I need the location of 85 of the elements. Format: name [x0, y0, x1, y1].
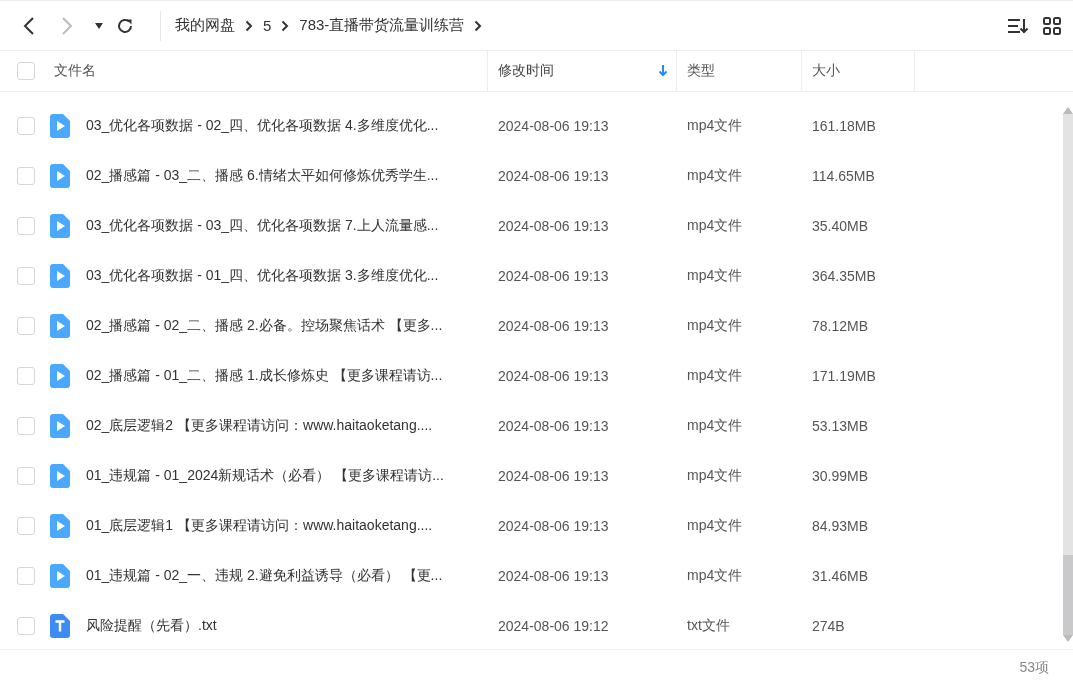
file-size: 30.99MB [812, 468, 869, 484]
file-name[interactable]: 02_播感篇 - 01_二、播感 1.成长修炼史 【更多课程请访... [86, 367, 443, 385]
file-size: 35.40MB [812, 218, 869, 234]
row-checkbox[interactable] [17, 267, 35, 285]
file-name[interactable]: 02_播感篇 - 02_二、播感 2.必备。控场聚焦话术 【更多... [86, 317, 443, 335]
file-size: 171.19MB [812, 368, 876, 384]
video-file-icon [50, 314, 70, 338]
file-type: mp4文件 [687, 517, 743, 533]
file-name[interactable]: 风险提醒（先看）.txt [86, 617, 217, 635]
chevron-right-icon [474, 19, 483, 32]
row-checkbox[interactable] [17, 217, 35, 235]
sort-icon[interactable] [1007, 16, 1029, 35]
back-icon[interactable] [22, 15, 36, 36]
video-file-icon [50, 564, 70, 588]
file-name[interactable]: 02_底层逻辑2 【更多课程请访问：www.haitaoketang.... [86, 417, 433, 435]
item-count: 53项 [1019, 659, 1049, 677]
modified-date: 2024-08-06 19:13 [498, 518, 609, 534]
video-file-icon [50, 414, 70, 438]
file-size: 274B [812, 618, 845, 634]
file-type: mp4文件 [687, 367, 743, 383]
file-type: mp4文件 [687, 167, 743, 183]
text-file-icon [50, 614, 70, 638]
scrollbar-thumb[interactable] [1063, 555, 1073, 635]
modified-date: 2024-08-06 19:13 [498, 268, 609, 284]
column-header[interactable]: 文件名 [54, 62, 96, 80]
file-size: 53.13MB [812, 418, 869, 434]
file-size: 364.35MB [812, 268, 876, 284]
video-file-icon [50, 114, 70, 138]
file-type: mp4文件 [687, 567, 743, 583]
row-checkbox[interactable] [17, 317, 35, 335]
row-checkbox[interactable] [17, 167, 35, 185]
row-checkbox[interactable] [17, 567, 35, 585]
file-name[interactable]: 01_违规篇 - 01_2024新规话术（必看） 【更多课程请访... [86, 467, 444, 485]
grid-view-icon[interactable] [1043, 16, 1061, 35]
file-size: 84.93MB [812, 518, 869, 534]
forward-icon[interactable] [60, 15, 74, 36]
file-size: 31.46MB [812, 568, 869, 584]
video-file-icon [50, 364, 70, 388]
modified-date: 2024-08-06 19:12 [498, 618, 609, 634]
file-size: 78.12MB [812, 318, 869, 334]
file-type: txt文件 [687, 617, 730, 633]
file-size: 114.65MB [812, 168, 875, 184]
dropdown-triangle-icon[interactable] [94, 21, 104, 30]
modified-date: 2024-08-06 19:13 [498, 168, 609, 184]
row-checkbox[interactable] [17, 467, 35, 485]
file-type: mp4文件 [687, 267, 743, 283]
file-name[interactable]: 02_播感篇 - 03_二、播感 6.情绪太平如何修炼优秀学生... [86, 167, 439, 185]
file-type: mp4文件 [687, 467, 743, 483]
breadcrumb-item[interactable]: 783-直播带货流量训练营 [299, 16, 465, 35]
column-header[interactable]: 大小 [812, 62, 840, 80]
video-file-icon [50, 164, 70, 188]
file-name[interactable]: 01_底层逻辑1 【更多课程请访问：www.haitaoketang.... [86, 517, 433, 535]
chevron-right-icon [281, 19, 290, 32]
video-file-icon [50, 264, 70, 288]
row-checkbox[interactable] [17, 367, 35, 385]
refresh-icon[interactable] [116, 16, 134, 35]
file-name[interactable]: 03_优化各项数据 - 01_四、优化各项数据 3.多维度优化... [86, 267, 439, 285]
row-checkbox[interactable] [17, 517, 35, 535]
file-type: mp4文件 [687, 317, 743, 333]
modified-date: 2024-08-06 19:13 [498, 118, 609, 134]
file-type: mp4文件 [687, 217, 743, 233]
select-all-checkbox[interactable] [17, 62, 35, 80]
breadcrumb-item[interactable]: 5 [263, 17, 272, 34]
row-checkbox[interactable] [17, 617, 35, 635]
column-header[interactable]: 修改时间 [498, 62, 554, 80]
file-type: mp4文件 [687, 117, 743, 133]
row-checkbox[interactable] [17, 417, 35, 435]
modified-date: 2024-08-06 19:13 [498, 568, 609, 584]
modified-date: 2024-08-06 19:13 [498, 318, 609, 334]
chevron-right-icon [245, 19, 253, 32]
modified-date: 2024-08-06 19:13 [498, 418, 609, 434]
video-file-icon [50, 464, 70, 488]
modified-date: 2024-08-06 19:13 [498, 218, 609, 234]
breadcrumb-item[interactable]: 我的网盘 [175, 16, 235, 35]
video-file-icon [50, 514, 70, 538]
file-size: 161.18MB [812, 118, 876, 134]
column-header[interactable]: 类型 [687, 62, 715, 80]
file-name[interactable]: 03_优化各项数据 - 03_四、优化各项数据 7.上人流量感... [86, 217, 439, 235]
file-name[interactable]: 01_违规篇 - 02_一、违规 2.避免利益诱导（必看） 【更... [86, 567, 443, 585]
modified-date: 2024-08-06 19:13 [498, 468, 609, 484]
modified-date: 2024-08-06 19:13 [498, 368, 609, 384]
file-type: mp4文件 [687, 417, 743, 433]
video-file-icon [50, 214, 70, 238]
row-checkbox[interactable] [17, 117, 35, 135]
file-name[interactable]: 03_优化各项数据 - 02_四、优化各项数据 4.多维度优化... [86, 117, 439, 135]
